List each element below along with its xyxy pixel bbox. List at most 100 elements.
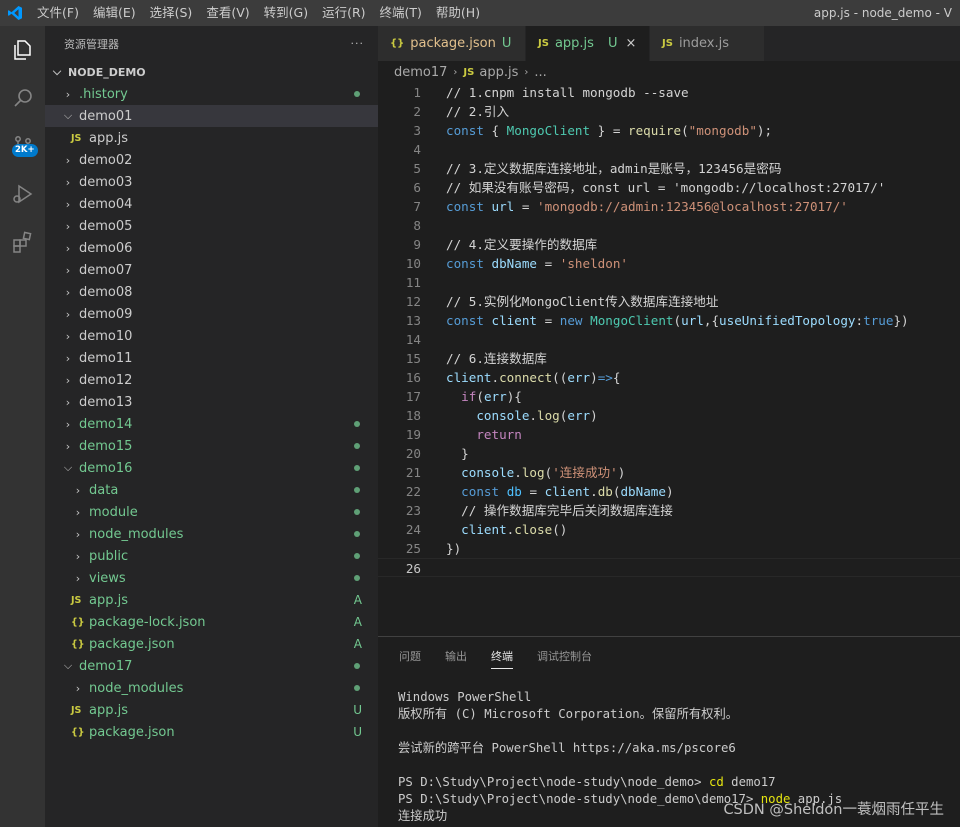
code-text: client.connect((err)=>{ [446, 370, 621, 385]
search-icon[interactable] [0, 74, 45, 122]
tree-label: demo09 [79, 306, 133, 322]
tree-folder-demo04[interactable]: › demo04 [45, 193, 378, 215]
line-number: 5 [413, 161, 421, 176]
tab-debug-console[interactable]: 调试控制台 [537, 644, 592, 668]
tab-index-js[interactable]: JS index.js [650, 26, 765, 61]
git-status: A [353, 615, 362, 629]
code-line-current: 26 [378, 558, 960, 577]
tree-folder-public[interactable]: › public [45, 545, 378, 567]
chevron-right-icon: › [65, 329, 71, 343]
git-status: A [353, 637, 362, 651]
code-line: 7 const url = 'mongodb://admin:123456@loc… [378, 197, 960, 216]
tree-folder-demo05[interactable]: › demo05 [45, 215, 378, 237]
tree-folder-demo03[interactable]: › demo03 [45, 171, 378, 193]
chevron-right-icon: › [65, 439, 71, 453]
tree-folder-module[interactable]: › module [45, 501, 378, 523]
code-text: }) [446, 541, 462, 556]
tree-file-package-json[interactable]: {} package.json U [45, 721, 378, 743]
run-debug-icon[interactable] [0, 170, 45, 218]
code-line: 14 [378, 330, 960, 349]
menu-terminal[interactable]: 终端(T) [373, 0, 429, 26]
tree-folder-demo16[interactable]: ⌵ demo16 [45, 457, 378, 479]
explorer-icon[interactable] [0, 26, 45, 74]
tab-output[interactable]: 输出 [445, 644, 467, 668]
close-icon[interactable]: × [625, 36, 636, 51]
tree-folder-demo07[interactable]: › demo07 [45, 259, 378, 281]
breadcrumb-symbol[interactable]: ... [534, 65, 546, 80]
breadcrumb-folder[interactable]: demo17 [394, 65, 447, 80]
menu-file[interactable]: 文件(F) [30, 0, 86, 26]
tree-folder-demo15[interactable]: › demo15 [45, 435, 378, 457]
terminal-line: 版权所有 (C) Microsoft Corporation。保留所有权利。 [398, 707, 739, 721]
tree-folder-demo11[interactable]: › demo11 [45, 347, 378, 369]
tree-file-app-js[interactable]: JS app.js U [45, 699, 378, 721]
menu-selection[interactable]: 选择(S) [143, 0, 200, 26]
tab-problems[interactable]: 问题 [399, 644, 421, 668]
code-text: // 3.定义数据库连接地址，admin是账号，123456是密码 [446, 161, 782, 176]
tree-folder-demo01[interactable]: ⌵ demo01 [45, 105, 378, 127]
tree-file-app-js[interactable]: JS app.js [45, 127, 378, 149]
tree-label: demo10 [79, 328, 133, 344]
chevron-right-icon: › [65, 87, 71, 101]
chevron-down-icon: ⌵ [52, 65, 62, 78]
chevron-right-icon: › [65, 263, 71, 277]
tree-folder-demo09[interactable]: › demo09 [45, 303, 378, 325]
code-line: 5 // 3.定义数据库连接地址，admin是账号，123456是密码 [378, 159, 960, 178]
tree-folder-demo14[interactable]: › demo14 [45, 413, 378, 435]
menu-view[interactable]: 查看(V) [199, 0, 256, 26]
line-number: 24 [405, 522, 421, 537]
tree-folder-history[interactable]: › .history [45, 83, 378, 105]
menu-edit[interactable]: 编辑(E) [86, 0, 143, 26]
tree-file-app-js[interactable]: JS app.js A [45, 589, 378, 611]
chevron-right-icon: › [524, 66, 529, 78]
tree-folder-demo17[interactable]: ⌵ demo17 [45, 655, 378, 677]
menu-run[interactable]: 运行(R) [315, 0, 372, 26]
code-line: 8 [378, 216, 960, 235]
chevron-right-icon: › [65, 285, 71, 299]
breadcrumb-file[interactable]: app.js [479, 65, 518, 80]
line-number: 21 [405, 465, 421, 480]
tree-label: views [89, 570, 126, 586]
extensions-icon[interactable] [0, 218, 45, 266]
menu-help[interactable]: 帮助(H) [429, 0, 487, 26]
code-line: 1 // 1.cnpm install mongodb --save [378, 83, 960, 102]
tree-file-package-lock[interactable]: {} package-lock.json A [45, 611, 378, 633]
code-text: if(err){ [461, 389, 522, 404]
line-number: 20 [405, 446, 421, 461]
tab-app-js[interactable]: JS app.js U × [526, 26, 650, 61]
chevron-right-icon: › [65, 241, 71, 255]
tree-label: public [89, 548, 129, 564]
chevron-right-icon: › [65, 395, 71, 409]
code-text: // 4.定义要操作的数据库 [446, 237, 598, 252]
tree-folder-demo10[interactable]: › demo10 [45, 325, 378, 347]
code-line: 10 const dbName = 'sheldon' [378, 254, 960, 273]
tree-folder-views[interactable]: › views [45, 567, 378, 589]
tree-folder-node-modules[interactable]: › node_modules [45, 523, 378, 545]
tree-folder-demo06[interactable]: › demo06 [45, 237, 378, 259]
workspace-root[interactable]: ⌵ NODE_DEMO [45, 61, 378, 83]
line-number: 19 [405, 427, 421, 442]
tree-file-package-json[interactable]: {} package.json A [45, 633, 378, 655]
code-line: 25}) [378, 539, 960, 558]
tree-folder-data[interactable]: › data [45, 479, 378, 501]
source-control-icon[interactable]: 2K+ [0, 122, 45, 170]
code-text: const { MongoClient } = require("mongodb… [446, 123, 773, 138]
chevron-right-icon: › [65, 417, 71, 431]
tab-label: package.json [410, 36, 496, 51]
menu-go[interactable]: 转到(G) [257, 0, 315, 26]
code-editor[interactable]: 1 // 1.cnpm install mongodb --save 2 // 2.… [378, 83, 960, 635]
tree-folder-demo08[interactable]: › demo08 [45, 281, 378, 303]
line-number: 2 [413, 104, 421, 119]
tree-folder-demo13[interactable]: › demo13 [45, 391, 378, 413]
tree-folder-demo02[interactable]: › demo02 [45, 149, 378, 171]
more-actions-icon[interactable]: ··· [351, 37, 365, 50]
tree-folder-demo12[interactable]: › demo12 [45, 369, 378, 391]
tree-label: demo14 [79, 416, 133, 432]
line-number: 22 [405, 484, 421, 499]
source-control-badge: 2K+ [12, 144, 38, 157]
tab-label: index.js [678, 36, 730, 51]
tree-folder-node-modules[interactable]: › node_modules [45, 677, 378, 699]
tab-package-json[interactable]: {} package.json U [378, 26, 526, 61]
tree-label: app.js [89, 702, 128, 718]
tab-terminal[interactable]: 终端 [491, 644, 513, 669]
